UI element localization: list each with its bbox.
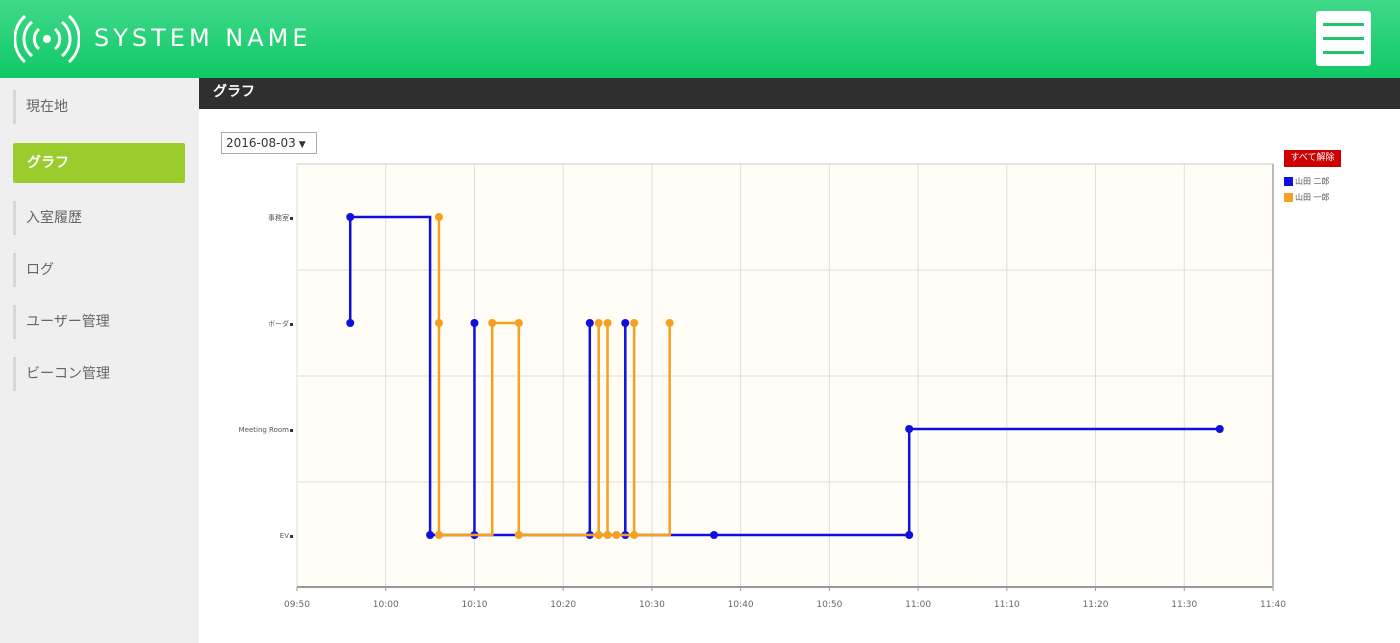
- series-point-2: [594, 531, 603, 539]
- series-point-2: [488, 319, 497, 327]
- x-tick-label: 10:40: [728, 600, 754, 610]
- legend-label: 山田 一郎: [1295, 193, 1330, 202]
- x-tick-label: 10:30: [639, 600, 665, 610]
- date-select-value: 2016-08-03: [226, 136, 296, 150]
- y-tick-label: ボーダ: [268, 319, 289, 328]
- series-point-2: [630, 319, 639, 327]
- y-tick: [290, 429, 293, 432]
- series-point-2: [434, 531, 443, 539]
- series-point-1: [585, 319, 594, 327]
- series-point-2: [434, 319, 443, 327]
- legend-swatch: [1284, 177, 1293, 186]
- legend-item-jiro[interactable]: 山田 二郎: [1284, 174, 1344, 190]
- series-point-1: [1215, 425, 1224, 433]
- legend-label: 山田 二郎: [1295, 177, 1330, 186]
- series-point-1: [346, 319, 355, 327]
- x-tick-label: 10:10: [461, 600, 487, 610]
- y-tick-label: 事務室: [268, 213, 289, 222]
- x-tick-label: 11:40: [1260, 600, 1286, 610]
- series-point-2: [514, 319, 523, 327]
- x-tick-label: 10:20: [550, 600, 576, 610]
- x-tick-label: 11:30: [1171, 600, 1197, 610]
- y-tick-label: EV: [280, 532, 289, 540]
- series-point-2: [630, 531, 639, 539]
- x-tick-label: 11:20: [1083, 600, 1109, 610]
- series-point-1: [710, 531, 719, 539]
- series-point-1: [621, 319, 630, 327]
- chart-legend: 山田 二郎 山田 一郎: [1284, 174, 1344, 206]
- legend-item-ichiro[interactable]: 山田 一郎: [1284, 190, 1344, 206]
- series-point-2: [514, 531, 523, 539]
- series-point-1: [426, 531, 435, 539]
- series-point-2: [665, 319, 674, 327]
- series-point-2: [603, 531, 612, 539]
- y-tick-label: Meeting Room: [239, 426, 290, 434]
- x-tick-label: 10:00: [373, 600, 399, 610]
- series-point-1: [905, 425, 914, 433]
- legend-swatch: [1284, 193, 1293, 202]
- chevron-down-icon: ▼: [298, 140, 306, 150]
- date-select[interactable]: 2016-08-03 ▼: [221, 132, 317, 154]
- x-tick-label: 11:10: [994, 600, 1020, 610]
- location-history-chart: 09:50 10:00 10:10 10:20 10:30 10:40 10:50 11:00…: [239, 163, 1286, 610]
- y-tick: [290, 323, 293, 326]
- series-point-2: [612, 531, 621, 539]
- y-tick: [290, 217, 293, 220]
- y-tick: [290, 535, 293, 538]
- series-point-1: [470, 319, 479, 327]
- x-tick-label: 10:50: [816, 600, 842, 610]
- clear-all-button[interactable]: すべて解除: [1284, 150, 1341, 167]
- series-point-2: [603, 319, 612, 327]
- series-point-1: [346, 213, 355, 221]
- x-tick-label: 11:00: [905, 600, 931, 610]
- series-point-2: [594, 319, 603, 327]
- x-tick-label: 09:50: [284, 600, 310, 610]
- series-point-1: [905, 531, 914, 539]
- series-point-2: [434, 213, 443, 221]
